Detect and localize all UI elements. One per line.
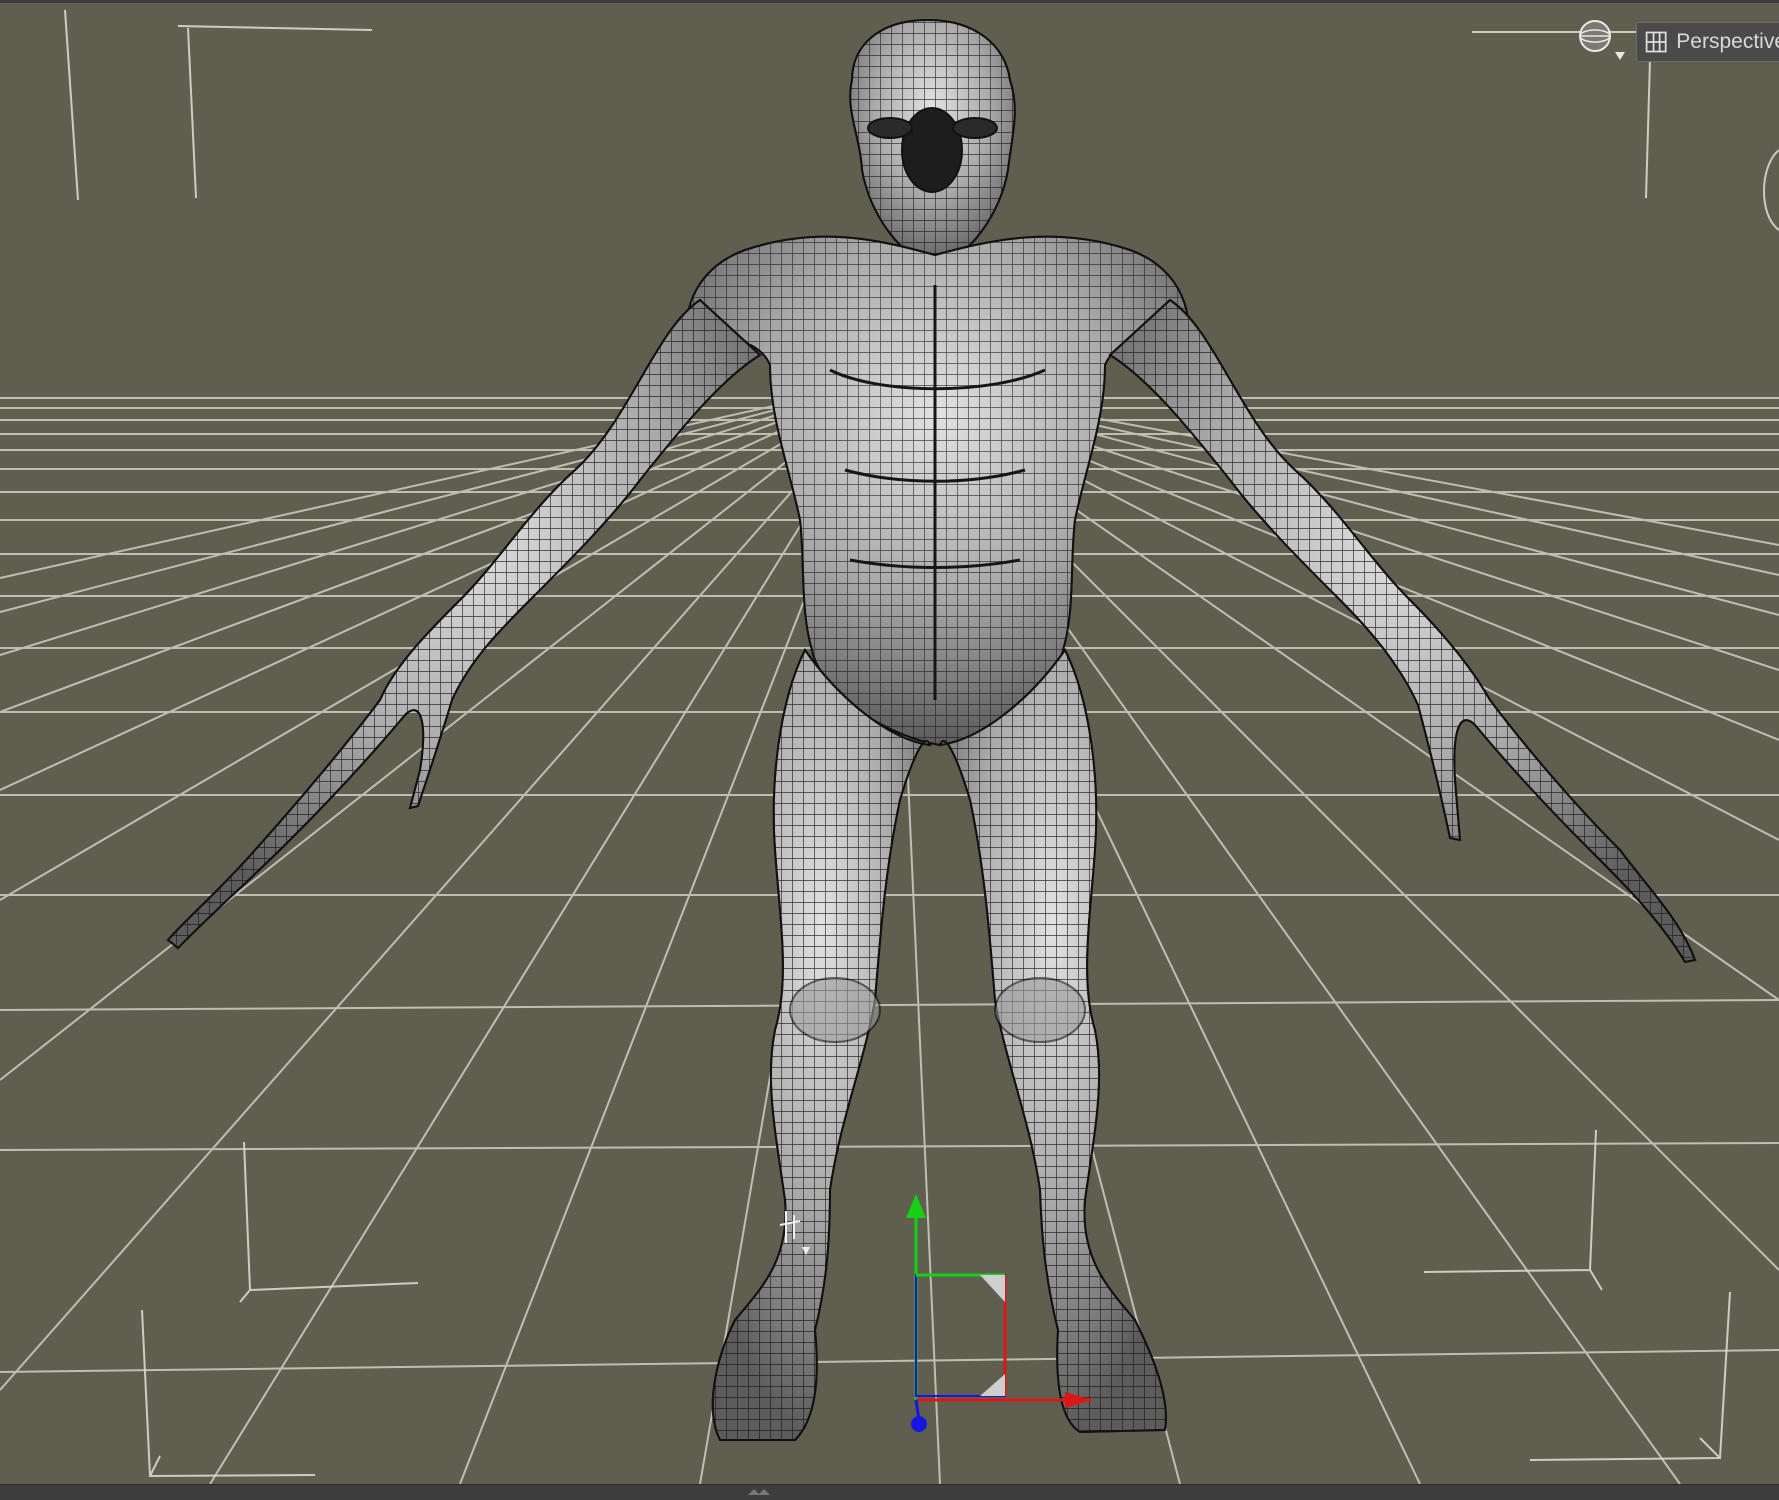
- 3d-viewport[interactable]: Perspective: [0, 0, 1779, 1484]
- gizmo-y-arrow[interactable]: [906, 1194, 926, 1218]
- viewport-layout-icon: [1645, 31, 1667, 53]
- viewport-bottom-bar: [0, 1484, 1779, 1500]
- scene-canvas[interactable]: [0, 0, 1779, 1484]
- resize-handle-icon[interactable]: [746, 1488, 772, 1496]
- character-mesh[interactable]: [166, 18, 1697, 1441]
- gizmo-plane-handle[interactable]: [915, 1274, 1006, 1397]
- camera-view-selector[interactable]: Perspective: [1636, 22, 1779, 62]
- globe-camera-icon[interactable]: [1575, 18, 1627, 68]
- camera-view-label: Perspective: [1676, 30, 1779, 53]
